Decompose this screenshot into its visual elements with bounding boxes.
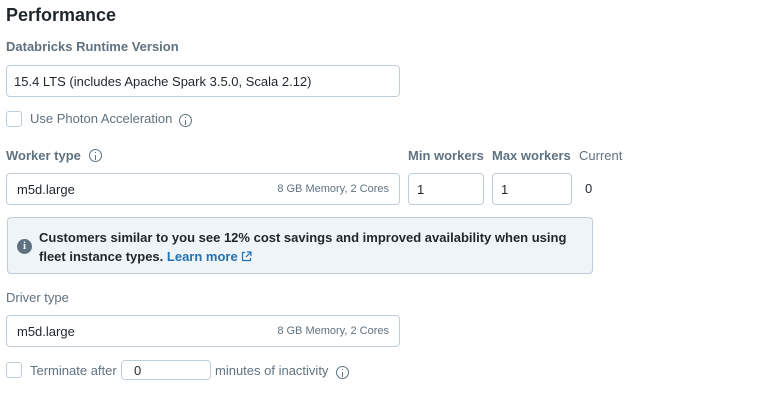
banner-message: Customers similar to you see 12% cost sa… — [39, 230, 567, 264]
min-workers-input[interactable]: 1 — [408, 173, 484, 205]
runtime-label: Databricks Runtime Version — [6, 39, 179, 54]
current-workers-label: Current — [579, 148, 623, 163]
terminate-minutes-value: 0 — [134, 362, 142, 378]
worker-type-value: m5d.large — [17, 181, 75, 197]
min-workers-label: Min workers — [408, 148, 484, 163]
terminate-checkbox[interactable] — [6, 362, 22, 378]
learn-more-link[interactable]: Learn more — [167, 249, 252, 264]
info-icon: i — [17, 239, 32, 254]
runtime-value: 15.4 LTS (includes Apache Spark 3.5.0, S… — [14, 73, 312, 89]
terminate-suffix: minutes of inactivity — [215, 363, 329, 378]
runtime-select[interactable]: 15.4 LTS (includes Apache Spark 3.5.0, S… — [6, 65, 400, 97]
min-workers-value: 1 — [417, 181, 425, 197]
driver-type-spec: 8 GB Memory, 2 Cores — [277, 325, 389, 337]
terminate-minutes-input[interactable]: 0 — [121, 360, 211, 380]
learn-more-label: Learn more — [166, 249, 238, 264]
section-title: Performance — [6, 5, 117, 25]
driver-type-select[interactable]: m5d.large 8 GB Memory, 2 Cores — [6, 315, 400, 347]
external-link-icon — [241, 251, 252, 262]
driver-type-label: Driver type — [6, 290, 69, 305]
photon-info-icon[interactable] — [179, 114, 192, 127]
photon-checkbox[interactable] — [6, 111, 22, 127]
worker-type-select[interactable]: m5d.large 8 GB Memory, 2 Cores — [6, 173, 400, 205]
max-workers-value: 1 — [501, 181, 509, 197]
worker-type-spec: 8 GB Memory, 2 Cores — [277, 183, 389, 195]
driver-type-value: m5d.large — [17, 323, 75, 339]
max-workers-input[interactable]: 1 — [492, 173, 572, 205]
terminate-info-icon[interactable] — [336, 366, 349, 379]
worker-type-label: Worker type — [6, 148, 81, 163]
current-workers-value: 0 — [585, 181, 593, 196]
banner-text: Customers similar to you see 12% cost sa… — [39, 228, 584, 266]
max-workers-label: Max workers — [492, 148, 571, 163]
terminate-label: Terminate after — [30, 363, 117, 378]
worker-type-info-icon[interactable] — [89, 149, 102, 162]
info-banner: i Customers similar to you see 12% cost … — [7, 217, 593, 274]
photon-label: Use Photon Acceleration — [30, 111, 173, 126]
